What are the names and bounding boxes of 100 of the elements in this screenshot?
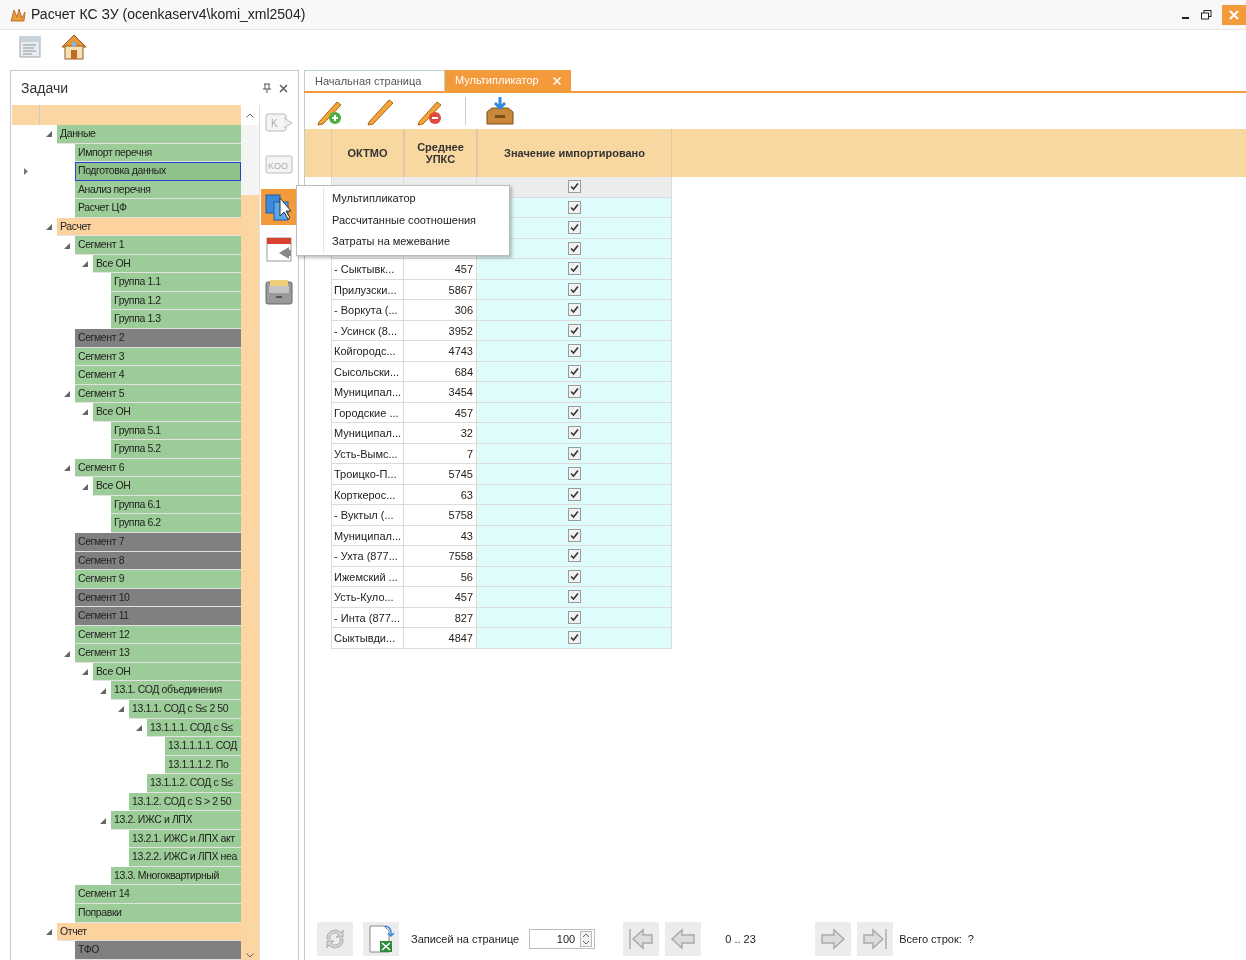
spinner-arrows-icon[interactable] <box>580 931 593 947</box>
tree-item[interactable]: Сегмент 6 <box>75 458 241 478</box>
table-cell: Городские ... <box>331 402 404 423</box>
tree-item[interactable]: Сегмент 9 <box>75 570 241 589</box>
checkbox[interactable] <box>567 405 581 419</box>
table-cell: 7 <box>404 443 477 464</box>
tree-item[interactable]: Сегмент 11 <box>75 607 241 626</box>
tree-item[interactable]: Группа 6.2 <box>111 514 241 534</box>
tree-item[interactable]: Сегмент 2 <box>75 329 241 348</box>
table-cell: 3454 <box>404 382 477 403</box>
expanded-icon[interactable] <box>99 687 106 694</box>
scrollbar-thumb[interactable] <box>241 125 259 195</box>
page-size-field[interactable]: 100 <box>530 930 578 948</box>
tree-item[interactable]: 13.3. Многоквартирный <box>111 866 241 886</box>
tree-item[interactable]: Расчет ЦФ <box>75 199 241 218</box>
checkbox[interactable] <box>567 467 581 481</box>
side-tool-button[interactable] <box>260 189 297 225</box>
pin-icon[interactable] <box>263 83 271 93</box>
tree-item[interactable]: 13.1.2. СОД с S > 2 50 <box>129 792 241 812</box>
restore-icon[interactable] <box>1201 9 1212 20</box>
tree-item[interactable]: Расчет <box>57 217 241 237</box>
checkbox[interactable] <box>567 610 581 624</box>
close-icon[interactable] <box>279 83 288 93</box>
tree-item[interactable]: Сегмент 14 <box>75 885 241 904</box>
checkbox[interactable] <box>567 323 581 337</box>
table-cell: 5745 <box>404 464 477 485</box>
tree-item[interactable]: ТФО <box>75 941 241 960</box>
checkbox[interactable] <box>567 282 581 296</box>
tree-item[interactable]: Группа 1.1 <box>111 273 241 292</box>
tree-item[interactable]: Все ОН <box>93 477 241 496</box>
scrollbar[interactable] <box>241 125 259 960</box>
checkbox[interactable] <box>567 221 581 235</box>
tree-item[interactable]: 13.1. СОД объединения <box>111 681 241 700</box>
checkbox[interactable] <box>567 180 581 194</box>
tree-item[interactable]: Сегмент 7 <box>75 533 241 552</box>
checkbox[interactable] <box>567 590 581 604</box>
checkbox[interactable] <box>567 569 581 583</box>
tree-item[interactable]: Группа 1.3 <box>111 310 241 329</box>
export-excel-button[interactable] <box>363 922 399 956</box>
expanded-icon[interactable] <box>81 483 88 490</box>
checkbox[interactable] <box>567 200 581 214</box>
expanded-icon[interactable] <box>63 242 70 249</box>
arrow-left-icon <box>669 927 698 951</box>
checkbox[interactable] <box>567 446 581 460</box>
checkbox[interactable] <box>567 508 581 522</box>
checkbox[interactable] <box>567 344 581 358</box>
checkbox[interactable] <box>567 549 581 563</box>
checkbox[interactable] <box>567 241 581 255</box>
table-cell: 7558 <box>404 546 477 567</box>
checkbox[interactable] <box>567 426 581 440</box>
checkbox[interactable] <box>567 487 581 501</box>
expanded-icon[interactable] <box>45 131 52 138</box>
tree-item[interactable]: 13.1.1.2. СОД с S≤ <box>147 774 241 793</box>
table-cell: Прилузски... <box>331 279 404 300</box>
checkbox[interactable] <box>567 385 581 399</box>
checkbox[interactable] <box>567 303 581 317</box>
expanded-icon[interactable] <box>81 669 88 676</box>
scroll-up-icon <box>246 112 254 118</box>
scroll-down-icon[interactable] <box>246 953 254 958</box>
menu-item[interactable]: Рассчитанные соотношения <box>323 209 509 231</box>
import-tray-icon[interactable] <box>484 96 516 126</box>
table-cell: Койгородс... <box>331 341 404 362</box>
tree-item[interactable]: 13.2. ИЖС и ЛПХ <box>111 811 241 830</box>
expanded-icon[interactable] <box>63 390 70 397</box>
tab[interactable]: Начальная страница <box>304 70 445 91</box>
table-cell: 306 <box>404 300 477 321</box>
expanded-icon[interactable] <box>63 650 70 657</box>
expanded-icon[interactable] <box>81 409 88 416</box>
expanded-icon[interactable] <box>81 261 88 268</box>
expanded-icon[interactable] <box>117 706 124 713</box>
first-page-icon <box>627 927 656 951</box>
page-size-label: Записей на странице <box>411 931 520 947</box>
tree-item[interactable]: Данные <box>57 125 241 144</box>
checkbox[interactable] <box>567 631 581 645</box>
tree-item[interactable]: Отчет <box>57 922 241 942</box>
menu-item[interactable]: Мультипликатор <box>323 188 509 210</box>
table-cell: - Усинск (8... <box>331 320 404 341</box>
page-size-spinner[interactable]: 100 <box>529 929 596 949</box>
expanded-icon[interactable] <box>135 724 142 731</box>
checkbox[interactable] <box>567 364 581 378</box>
checkbox[interactable] <box>567 262 581 276</box>
tree-item[interactable]: 13.1.1.1.1. СОД <box>165 737 241 756</box>
tree-item[interactable]: Все ОН <box>93 403 241 422</box>
table-cell: Муниципал... <box>331 525 404 546</box>
expanded-icon[interactable] <box>45 224 52 230</box>
expanded-icon[interactable] <box>99 817 106 824</box>
tree-item[interactable]: 13.2.2. ИЖС и ЛПХ неа <box>129 848 241 867</box>
tree-item[interactable]: Сегмент 4 <box>75 366 241 385</box>
home-icon[interactable] <box>60 33 88 61</box>
tree-item[interactable]: Сегмент 1 <box>75 236 241 255</box>
arrow-right-icon <box>819 927 848 951</box>
tree-item[interactable]: Подготовка данных <box>75 162 241 181</box>
menu-item[interactable]: Затраты на межевание <box>323 231 509 253</box>
expanded-icon[interactable] <box>45 928 52 935</box>
table-cell: 56 <box>404 566 477 587</box>
checkbox[interactable] <box>567 528 581 542</box>
tree-item[interactable]: Сегмент 13 <box>75 644 241 663</box>
tree-item[interactable]: Группа 5.2 <box>111 440 241 459</box>
table-cell: 4743 <box>404 341 477 362</box>
expanded-icon[interactable] <box>63 465 70 472</box>
